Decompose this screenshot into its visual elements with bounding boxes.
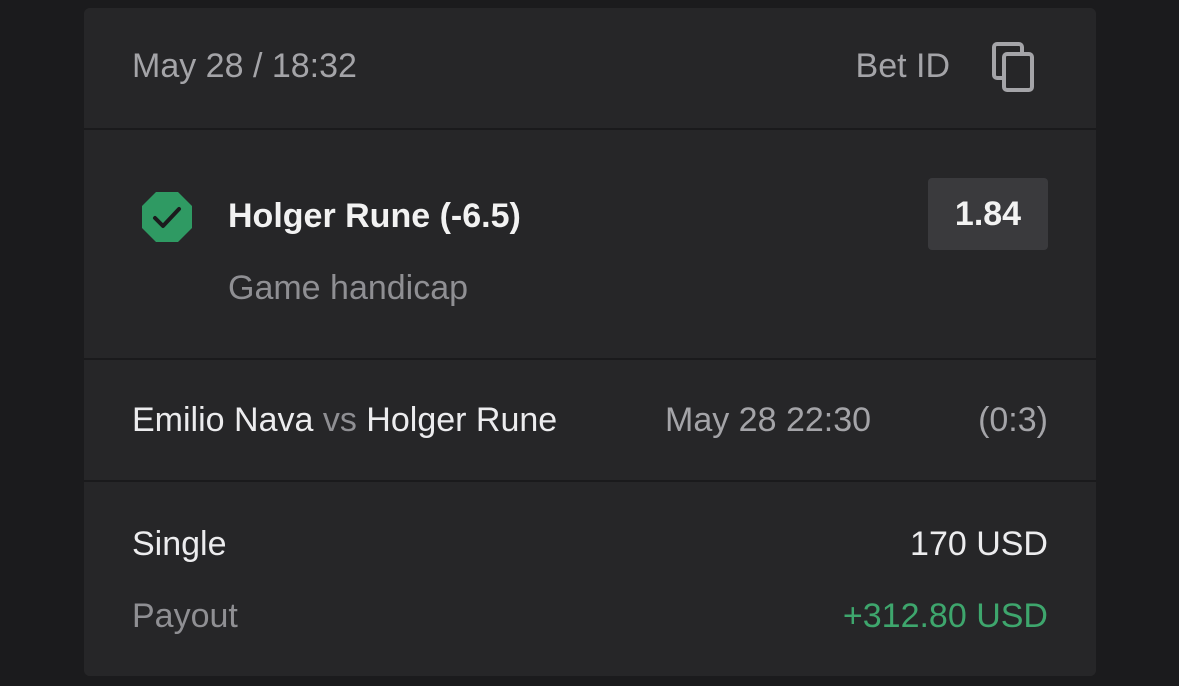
bet-summary: Single 170 USD Payout +312.80 USD [84,484,1096,676]
payout-value: +312.80 USD [842,597,1048,635]
bet-id-label: Bet ID [855,47,950,85]
vs-label: vs [322,401,357,439]
selection-market: Game handicap [228,269,469,307]
check-circle-icon [140,190,194,244]
bet-header: May 28 / 18:32 Bet ID [84,8,1096,128]
event-start-time: May 28 22:30 [665,401,872,439]
selection-title: Holger Rune (-6.5) [228,197,521,235]
event-teams: Emilio Nava vs Holger Rune [132,400,557,440]
copy-icon[interactable] [990,42,1038,94]
event-row[interactable]: Emilio Nava vs Holger Rune May 28 22:30 … [84,360,1096,480]
stake-amount: 170 USD [910,525,1048,563]
team-away: Holger Rune [366,401,558,439]
team-home: Emilio Nava [132,401,314,439]
event-score: (0:3) [978,401,1048,439]
bet-datetime: May 28 / 18:32 [132,47,357,85]
payout-label: Payout [132,597,238,635]
bet-type: Single [132,525,227,563]
divider [84,480,1096,482]
bet-selection: Holger Rune (-6.5) Game handicap 1.84 [84,130,1096,358]
bet-card: May 28 / 18:32 Bet ID Holger Rune (-6.5)… [84,8,1096,676]
odds-badge: 1.84 [928,178,1048,250]
